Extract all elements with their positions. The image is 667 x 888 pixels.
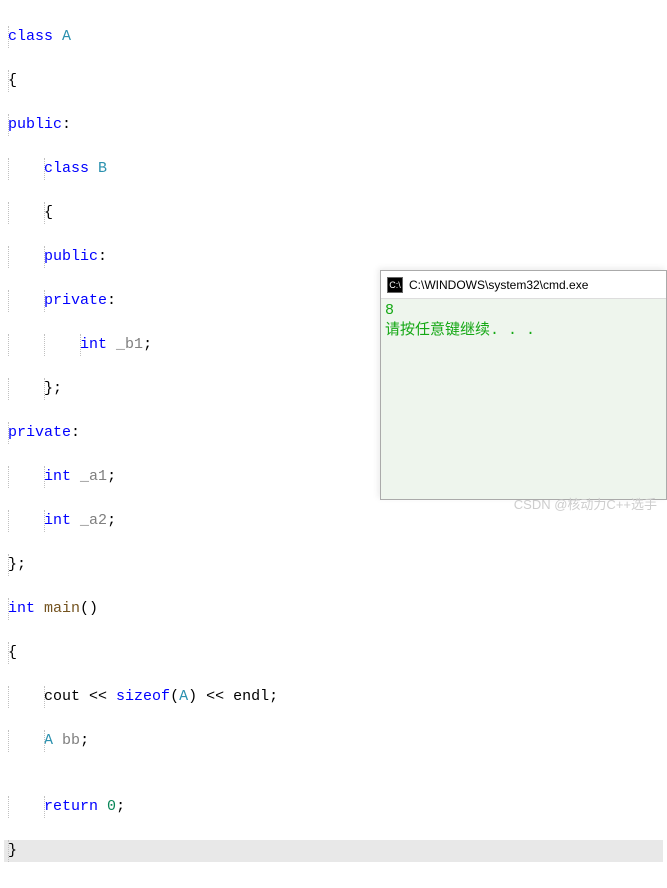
op-insert: << xyxy=(80,688,116,705)
watermark: CSDN @核动力C++选手 xyxy=(514,494,657,513)
op-insert: << xyxy=(197,688,233,705)
paren-open: ( xyxy=(170,688,179,705)
semicolon: ; xyxy=(107,512,116,529)
parens: () xyxy=(80,600,98,617)
class-name-A: A xyxy=(44,732,53,749)
class-name-B: B xyxy=(98,160,107,177)
colon: : xyxy=(98,248,107,265)
keyword-private: private xyxy=(44,292,107,309)
field-a2: _a2 xyxy=(80,512,107,529)
keyword-public: public xyxy=(8,116,62,133)
brace-open: { xyxy=(8,72,17,89)
semicolon: ; xyxy=(107,468,116,485)
output-line: 请按任意键继续. . . xyxy=(385,321,662,341)
keyword-int: int xyxy=(80,336,107,353)
brace-close: } xyxy=(8,842,17,859)
keyword-class: class xyxy=(8,28,53,45)
semicolon: ; xyxy=(116,798,125,815)
semicolon: ; xyxy=(80,732,89,749)
output-line: 8 xyxy=(385,301,662,321)
brace-open: { xyxy=(8,644,17,661)
brace-open: { xyxy=(44,204,53,221)
keyword-int: int xyxy=(8,600,35,617)
number-zero: 0 xyxy=(107,798,116,815)
console-window[interactable]: C:\ C:\WINDOWS\system32\cmd.exe 8 请按任意键继… xyxy=(380,270,667,500)
brace-close: }; xyxy=(8,556,26,573)
console-title: C:\WINDOWS\system32\cmd.exe xyxy=(409,278,588,292)
keyword-int: int xyxy=(44,468,71,485)
colon: : xyxy=(62,116,71,133)
class-name-A: A xyxy=(179,688,188,705)
field-a1: _a1 xyxy=(80,468,107,485)
console-title-bar[interactable]: C:\ C:\WINDOWS\system32\cmd.exe xyxy=(381,271,666,299)
console-output: 8 请按任意键继续. . . xyxy=(381,299,666,343)
keyword-private: private xyxy=(8,424,71,441)
keyword-class: class xyxy=(44,160,89,177)
ident-endl: endl xyxy=(233,688,269,705)
var-bb: bb xyxy=(62,732,80,749)
keyword-sizeof: sizeof xyxy=(116,688,170,705)
keyword-return: return xyxy=(44,798,98,815)
semicolon: ; xyxy=(143,336,152,353)
ident-cout: cout xyxy=(44,688,80,705)
field-b1: _b1 xyxy=(116,336,143,353)
function-main: main xyxy=(44,600,80,617)
brace-close: }; xyxy=(44,380,62,397)
keyword-int: int xyxy=(44,512,71,529)
cmd-icon: C:\ xyxy=(387,277,403,293)
keyword-public: public xyxy=(44,248,98,265)
paren-close: ) xyxy=(188,688,197,705)
class-name-A: A xyxy=(62,28,71,45)
colon: : xyxy=(107,292,116,309)
semicolon: ; xyxy=(269,688,278,705)
colon: : xyxy=(71,424,80,441)
